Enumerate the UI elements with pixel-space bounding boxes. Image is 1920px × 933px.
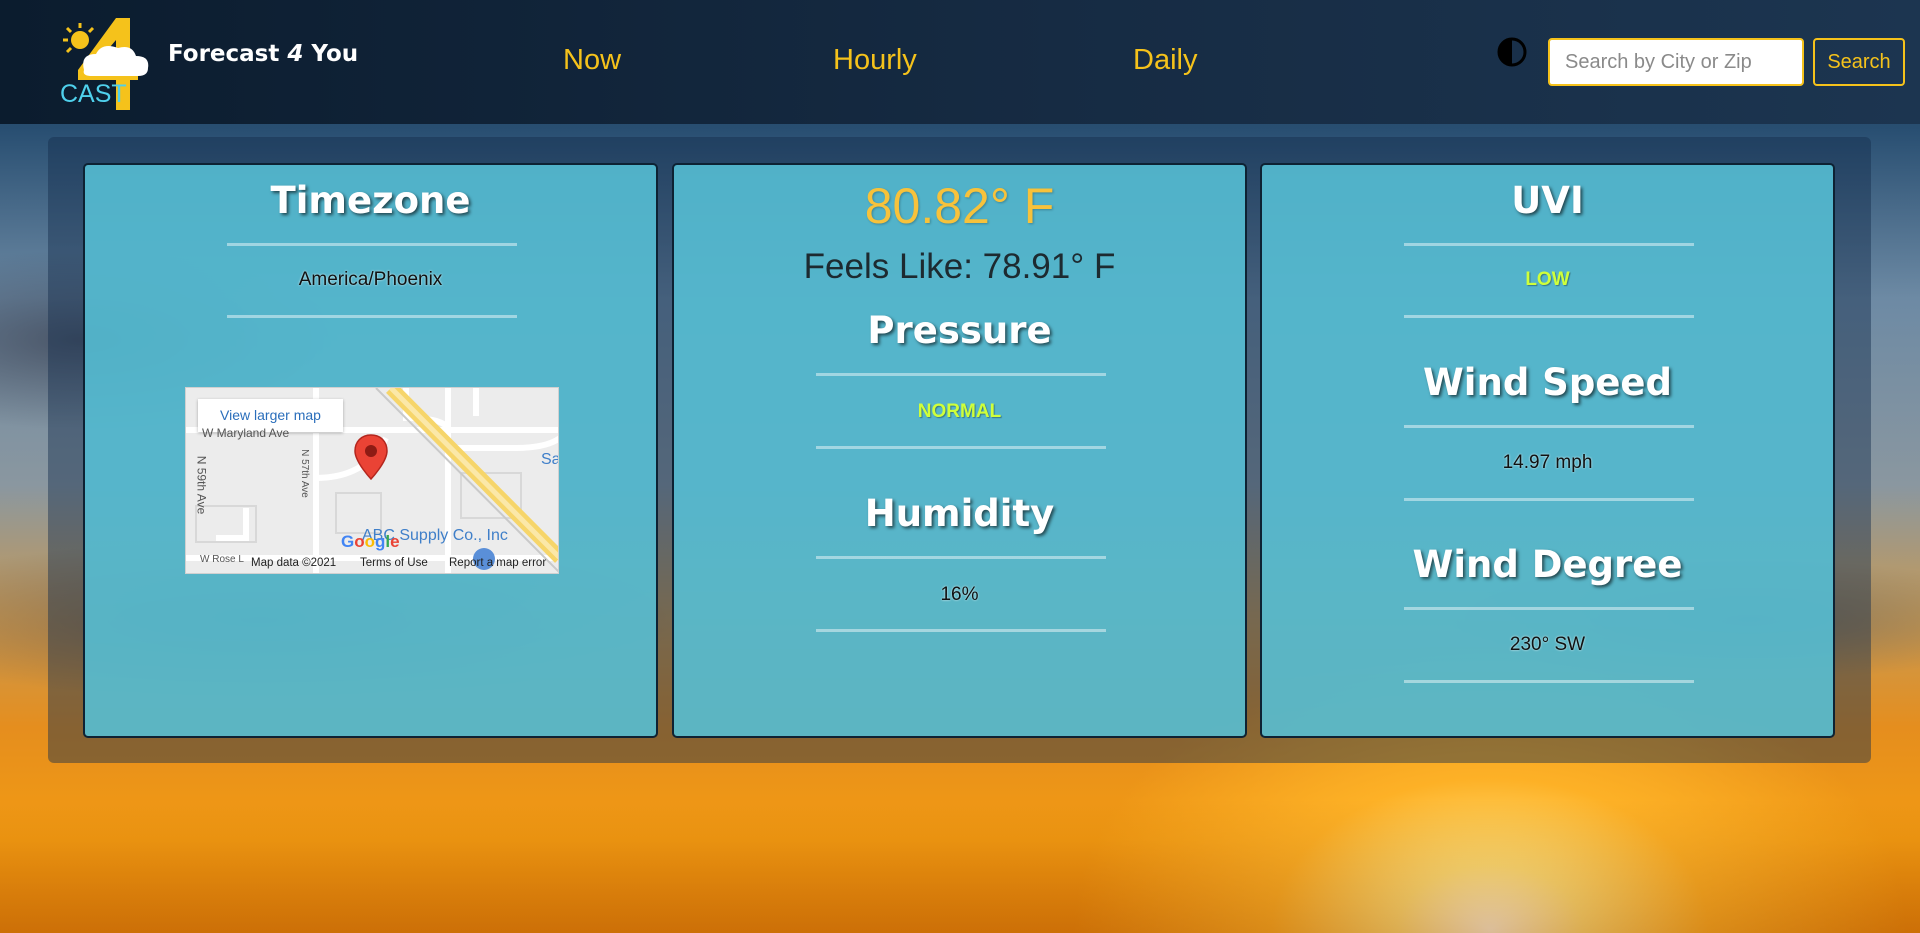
report-map-error-link[interactable]: Report a map error	[449, 557, 546, 569]
google-logo: Google	[341, 532, 400, 551]
uvi-status: LOW	[1525, 269, 1570, 290]
navbar: CAST Forecast 4 You Now Hourly Daily Sea…	[0, 0, 1920, 124]
divider	[1404, 315, 1694, 318]
logo-text: CAST	[60, 80, 127, 108]
contrast-icon[interactable]	[1497, 37, 1527, 67]
street-label: N 57th Ave	[298, 449, 310, 498]
divider	[227, 243, 517, 246]
location-map[interactable]: View larger map W Maryland Ave N 59th Av…	[185, 387, 559, 574]
background-clouds	[0, 800, 1920, 933]
feels-like-value: Feels Like: 78.91° F	[803, 247, 1116, 286]
nav-now[interactable]: Now	[563, 44, 621, 77]
app-logo: CAST	[58, 14, 158, 110]
timezone-value: America/Phoenix	[298, 269, 443, 290]
wind-speed-title: Wind Speed	[1422, 361, 1672, 404]
brand-name: Forecast 4 You	[168, 41, 358, 67]
map-footer: Map data ©2021 Terms of Use Report a map…	[186, 555, 558, 573]
street-label: N 59th Ave	[194, 455, 209, 515]
terms-of-use-link[interactable]: Terms of Use	[360, 557, 428, 569]
divider	[1404, 498, 1694, 501]
divider	[1404, 680, 1694, 683]
divider	[1404, 607, 1694, 610]
brand-four: 4	[287, 41, 304, 67]
divider	[816, 629, 1106, 632]
map-pin-icon[interactable]	[354, 434, 388, 480]
map-data-text: Map data ©2021	[251, 557, 337, 569]
conditions-card: UVI LOW Wind Speed 14.97 mph Wind Degree…	[1260, 163, 1835, 738]
nav-hourly[interactable]: Hourly	[833, 44, 917, 77]
search-input[interactable]	[1548, 38, 1804, 86]
map-poi-label: Sa	[541, 451, 559, 468]
search-button[interactable]: Search	[1813, 38, 1905, 86]
wind-degree-value: 230° SW	[1509, 634, 1586, 655]
brand-suffix: You	[303, 41, 359, 67]
current-weather-card: 80.82° F Feels Like: 78.91° F Pressure N…	[672, 163, 1247, 738]
humidity-title: Humidity	[864, 492, 1055, 535]
divider	[1404, 425, 1694, 428]
timezone-title: Timezone	[270, 179, 471, 222]
wind-degree-title: Wind Degree	[1412, 543, 1683, 586]
divider	[816, 373, 1106, 376]
pressure-status: NORMAL	[917, 401, 1002, 422]
brand-link[interactable]: CAST Forecast 4 You	[58, 14, 358, 110]
divider	[1404, 243, 1694, 246]
humidity-value: 16%	[940, 584, 979, 605]
divider	[816, 446, 1106, 449]
pressure-title: Pressure	[867, 309, 1052, 352]
divider	[227, 315, 517, 318]
timezone-card: Timezone America/Phoenix View larger map…	[83, 163, 658, 738]
temperature-value: 80.82° F	[864, 178, 1055, 234]
divider	[816, 556, 1106, 559]
brand-prefix: Forecast	[168, 41, 288, 67]
uvi-title: UVI	[1511, 179, 1584, 222]
nav-daily[interactable]: Daily	[1133, 44, 1197, 77]
wind-speed-value: 14.97 mph	[1502, 452, 1593, 473]
street-label: W Maryland Ave	[202, 426, 290, 440]
